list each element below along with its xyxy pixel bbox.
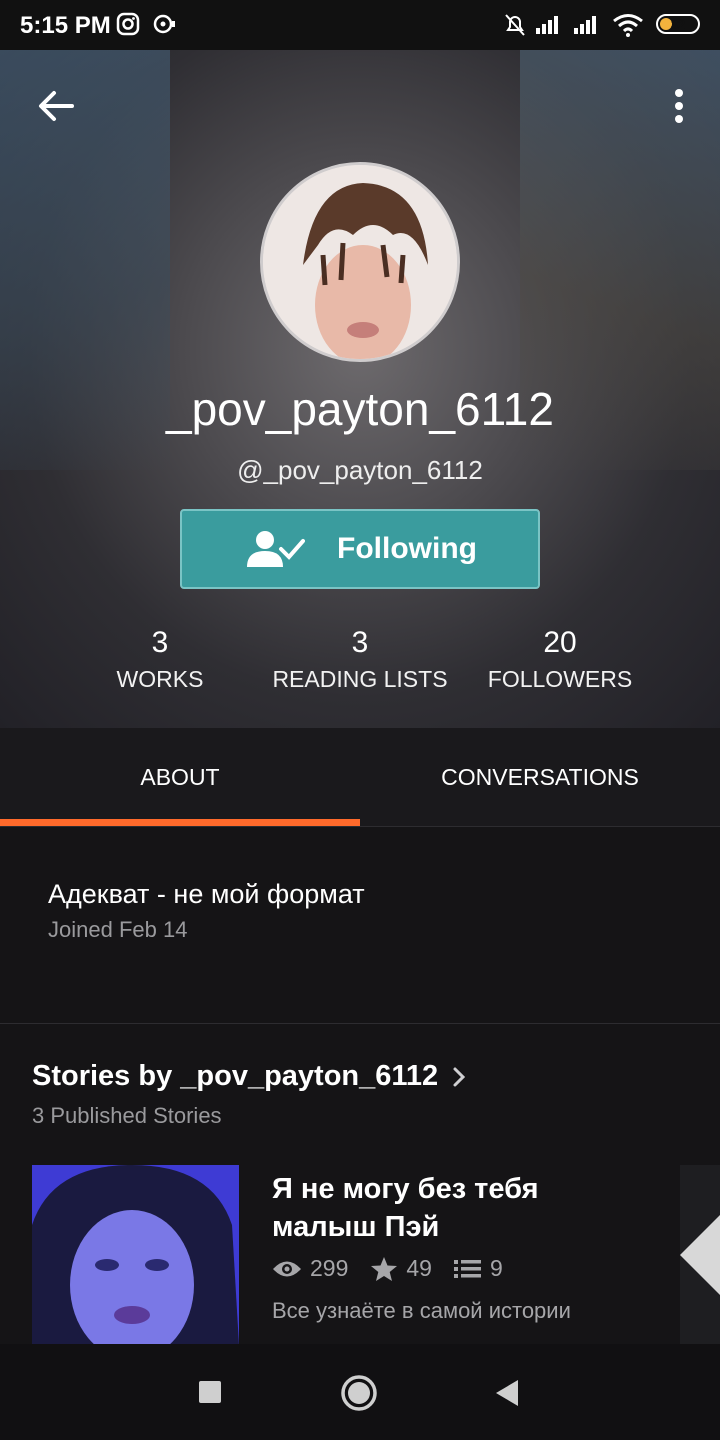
- stories-heading-label: Stories by _pov_payton_6112: [32, 1060, 439, 1092]
- back-arrow-icon[interactable]: [36, 86, 76, 126]
- story-cover-image: [32, 1165, 239, 1345]
- story-views: 299: [272, 1255, 348, 1282]
- joined-date: Joined Feb 14: [48, 917, 188, 942]
- story-stats: 299 49 9: [272, 1255, 525, 1282]
- story-views-count: 299: [310, 1255, 349, 1281]
- next-story-peek[interactable]: [680, 1165, 720, 1345]
- story-parts: 9: [453, 1255, 503, 1282]
- recents-square-icon[interactable]: [198, 1380, 222, 1404]
- profile-header: _pov_payton_6112 @_pov_payton_6112 Follo…: [0, 50, 720, 728]
- stat-reading-lists-label: READING LISTS: [272, 666, 448, 692]
- tab-about[interactable]: ABOUT: [0, 728, 360, 826]
- back-triangle-icon[interactable]: [494, 1378, 520, 1408]
- wifi-icon: [613, 14, 643, 37]
- profile-tabs: ABOUT CONVERSATIONS: [0, 728, 720, 827]
- story-votes-count: 49: [406, 1255, 432, 1281]
- profile-username: @_pov_payton_6112: [237, 455, 483, 485]
- about-tagline: Адекват - не мой формат: [48, 879, 365, 909]
- list-icon: [453, 1259, 481, 1278]
- avatar[interactable]: [260, 162, 460, 362]
- chevron-right-icon: [453, 1067, 466, 1086]
- next-story-cover: [680, 1215, 720, 1295]
- battery-icon: 32: [656, 14, 700, 34]
- home-circle-icon[interactable]: [340, 1374, 378, 1412]
- active-tab-indicator: [0, 819, 360, 826]
- mute-bell-icon: [505, 14, 525, 36]
- user-check-icon: [247, 531, 306, 567]
- stat-reading-lists[interactable]: 3 READING LISTS: [260, 626, 460, 693]
- battery-level: 32: [670, 17, 686, 32]
- story-votes: 49: [370, 1255, 432, 1282]
- story-parts-count: 9: [489, 1255, 503, 1281]
- notification-app-icon: [153, 14, 175, 34]
- signal-icon-2: [574, 16, 596, 34]
- published-stories-count: 3 Published Stories: [32, 1103, 222, 1128]
- system-nav-bar: [0, 1344, 720, 1440]
- following-button[interactable]: Following: [180, 509, 540, 589]
- stories-heading[interactable]: Stories by _pov_payton_6112: [32, 1060, 474, 1093]
- instagram-icon: [116, 12, 140, 36]
- eye-icon: [273, 1261, 301, 1276]
- avatar-image: [263, 165, 457, 359]
- stat-followers-value: 20: [543, 626, 577, 659]
- star-icon: [371, 1256, 398, 1281]
- tab-conversations[interactable]: CONVERSATIONS: [360, 728, 720, 826]
- stat-followers[interactable]: 20 FOLLOWERS: [460, 626, 660, 693]
- story-cover[interactable]: [32, 1165, 239, 1345]
- story-description: Все узнаёте в самой истории: [272, 1298, 571, 1323]
- status-time: 5:15 PM: [20, 12, 111, 39]
- about-section: Адекват - не мой формат Joined Feb 14: [0, 827, 720, 1024]
- stat-reading-lists-value: 3: [351, 626, 369, 659]
- signal-icon-1: [536, 16, 558, 34]
- story-title[interactable]: Я не могу без тебя малыш Пэй: [272, 1170, 592, 1246]
- status-bar: 5:15 PM 32: [0, 0, 720, 50]
- following-button-label: Following: [337, 532, 477, 565]
- more-menu-icon[interactable]: [672, 88, 686, 124]
- stat-works-label: WORKS: [116, 666, 204, 692]
- stat-works-value: 3: [151, 626, 169, 659]
- stat-followers-label: FOLLOWERS: [487, 666, 633, 692]
- profile-display-name: _pov_payton_6112: [166, 383, 554, 435]
- stat-works[interactable]: 3 WORKS: [60, 626, 260, 693]
